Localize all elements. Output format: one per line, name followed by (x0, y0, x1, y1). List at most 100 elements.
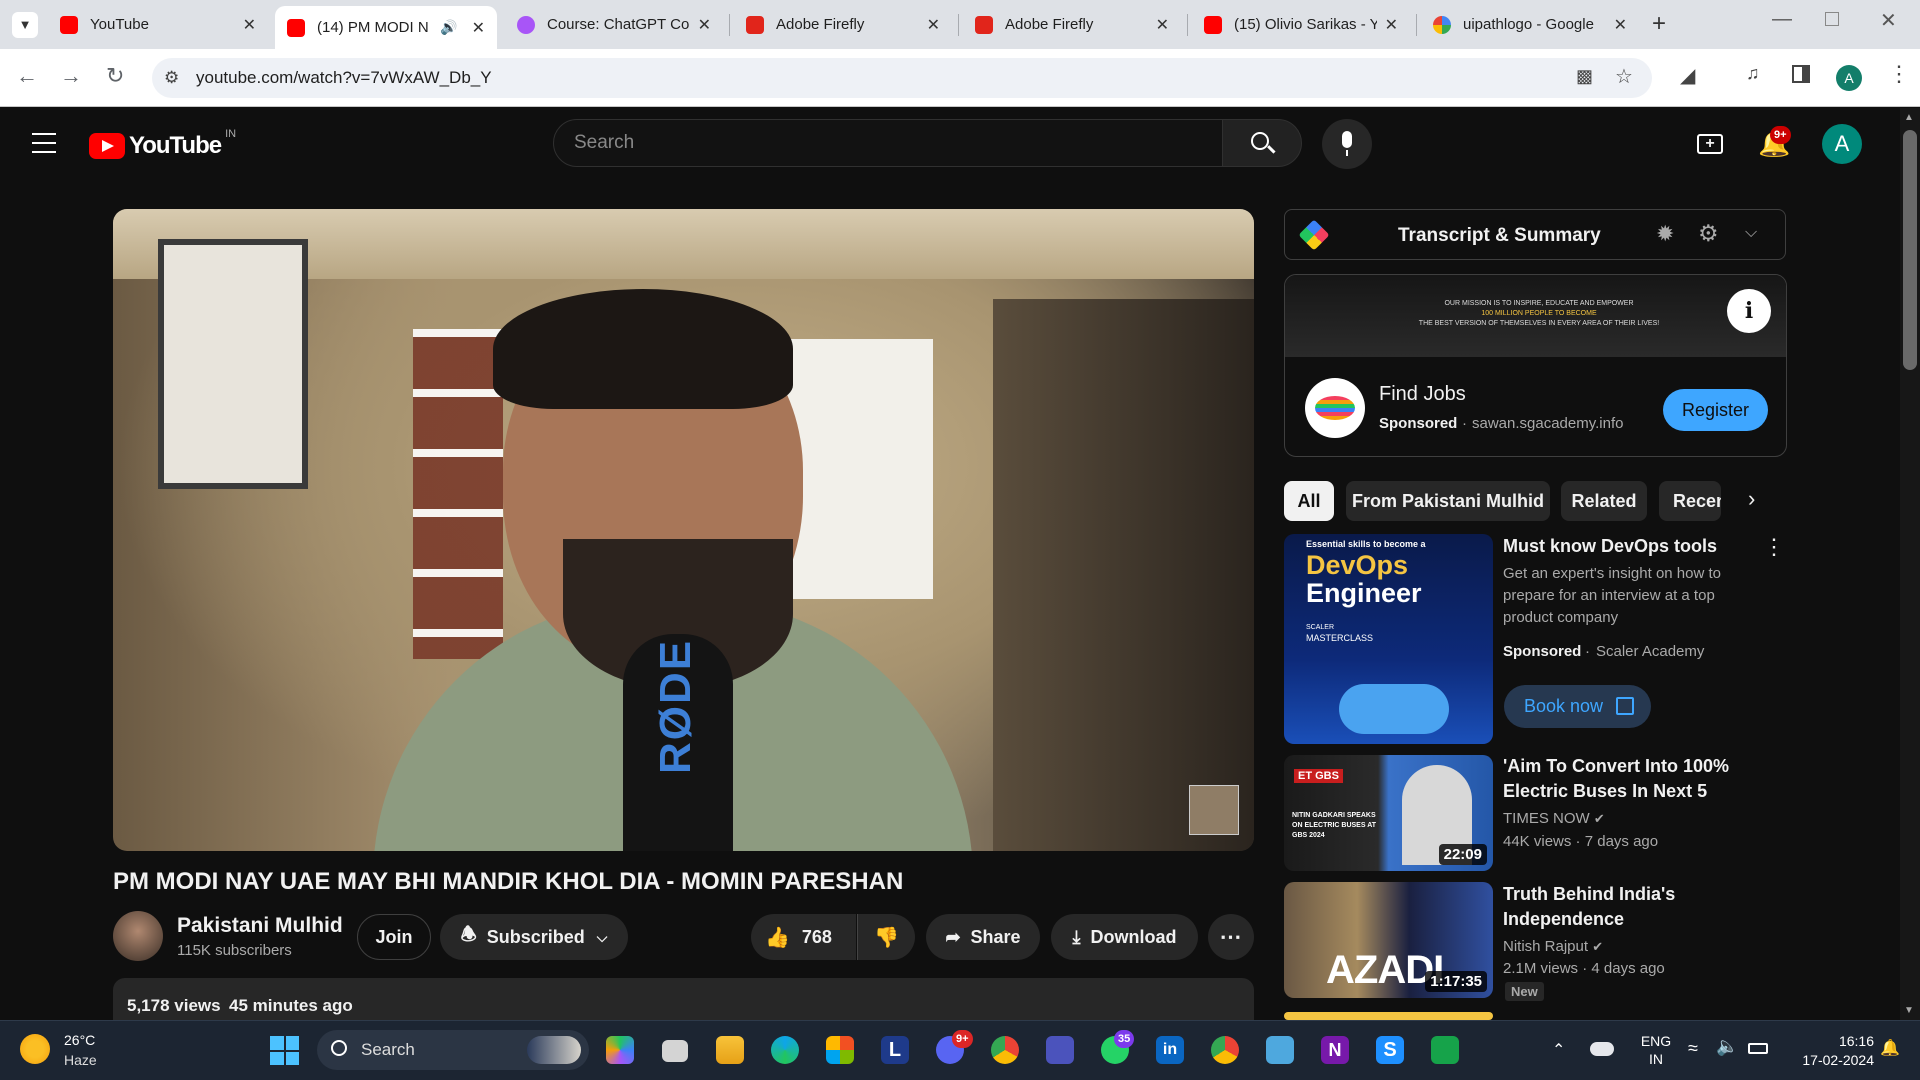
dislike-button[interactable]: 👎 (857, 914, 915, 960)
like-button[interactable]: 👍 768 (751, 914, 856, 960)
recommended-title[interactable]: Truth Behind India's Independence (1503, 882, 1733, 932)
hamburger-menu-icon[interactable] (32, 133, 56, 153)
chevron-down-icon[interactable]: ⌵ (1745, 224, 1757, 242)
start-button[interactable] (270, 1036, 299, 1065)
forward-icon[interactable]: → (60, 63, 82, 89)
onedrive-cloud-icon[interactable] (1590, 1042, 1614, 1056)
subscribed-button[interactable]: 🕭 Subscribed ⌵ (440, 914, 628, 960)
media-player-icon[interactable] (1431, 1036, 1459, 1064)
recommended-channel[interactable]: Nitish Rajput ✔ (1503, 936, 1603, 958)
channel-name[interactable]: Pakistani Mulhid (177, 914, 343, 938)
youtube-logo[interactable]: YouTube IN (89, 128, 236, 160)
recommended-title[interactable]: Must know DevOps tools (1503, 534, 1773, 559)
browser-tab-3[interactable]: Course: ChatGPT Cor ✕ (505, 6, 723, 43)
close-window-icon[interactable]: ✕ (1880, 8, 1897, 33)
linkedin-icon[interactable]: in (1156, 1036, 1184, 1064)
scrollbar-thumb[interactable] (1903, 130, 1917, 370)
notification-bell-icon[interactable]: 🔔 (1880, 1038, 1900, 1058)
browser-tab-2[interactable]: (14) PM MODI N 🔊 ✕ (275, 6, 497, 49)
close-tab-icon[interactable]: ✕ (1385, 15, 1398, 35)
onenote-icon[interactable]: N (1321, 1036, 1349, 1064)
recommended-title[interactable]: 'Aim To Convert Into 100% Electric Buses… (1503, 754, 1773, 804)
media-controls-icon[interactable]: ♫ (1746, 63, 1760, 84)
browser-tab-4[interactable]: Adobe Firefly ✕ (734, 6, 952, 43)
copilot-icon[interactable] (606, 1036, 634, 1064)
search-button[interactable] (1222, 119, 1302, 167)
page-scrollbar[interactable]: ▲ ▼ (1900, 108, 1920, 1020)
channel-avatar[interactable] (113, 911, 163, 961)
site-settings-icon[interactable]: ⚙ (164, 68, 179, 88)
reload-icon[interactable]: ↻ (106, 63, 124, 89)
install-app-icon[interactable]: ▩ (1576, 66, 1593, 87)
volume-icon[interactable]: 🔈 (1716, 1036, 1738, 1057)
chip-all[interactable]: All (1284, 481, 1334, 521)
browser-tab-1[interactable]: YouTube ✕ (48, 6, 268, 43)
clock[interactable]: 16:16 17-02-2024 (1784, 1032, 1874, 1070)
close-tab-icon[interactable]: ✕ (927, 15, 940, 35)
settings-gear-icon[interactable]: ⚙ (1698, 220, 1719, 247)
share-button[interactable]: ➦ Share (926, 914, 1040, 960)
edge-icon[interactable] (771, 1036, 799, 1064)
close-tab-icon[interactable]: ✕ (1156, 15, 1169, 35)
video-thumbnail[interactable] (1284, 1012, 1493, 1020)
browser-tab-7[interactable]: uipathlogo - Google ✕ (1421, 6, 1639, 43)
voice-search-button[interactable] (1322, 119, 1372, 169)
language-indicator[interactable]: ENG IN (1636, 1032, 1676, 1068)
chip-from-channel[interactable]: From Pakistani Mulhid (1346, 481, 1550, 521)
browser-tab-5[interactable]: Adobe Firefly ✕ (963, 6, 1181, 43)
sponsored-ad-card[interactable]: OUR MISSION IS TO INSPIRE, EDUCATE AND E… (1284, 274, 1787, 457)
speaker-icon[interactable]: 🔊 (440, 19, 457, 36)
weather-widget[interactable]: 26°C Haze (20, 1030, 130, 1074)
chip-related[interactable]: Related (1561, 481, 1647, 521)
restore-window-icon[interactable] (1825, 12, 1839, 26)
taskbar-search[interactable]: Search (317, 1030, 589, 1070)
chrome-profile-icon[interactable] (1211, 1036, 1239, 1064)
more-vert-icon[interactable]: ⋮ (1763, 534, 1785, 560)
chrome-icon[interactable] (991, 1036, 1019, 1064)
channel-watermark[interactable] (1189, 785, 1239, 835)
search-input[interactable]: Search (553, 119, 1223, 167)
tab-search-dropdown-icon[interactable]: ▼ (12, 12, 38, 38)
teams-icon[interactable] (1046, 1036, 1074, 1064)
address-bar[interactable]: ⚙ youtube.com/watch?v=7vWxAW_Db_Y ▩ ☆ (152, 58, 1652, 98)
show-hidden-icons-icon[interactable]: ⌃ (1552, 1040, 1565, 1060)
extensions-icon[interactable]: ◢ (1680, 63, 1695, 88)
notepad-icon[interactable] (1266, 1036, 1294, 1064)
recommended-channel[interactable]: TIMES NOW ✔ (1503, 808, 1605, 830)
account-avatar[interactable]: A (1822, 124, 1862, 164)
join-button[interactable]: Join (357, 914, 431, 960)
close-tab-icon[interactable]: ✕ (1614, 15, 1627, 35)
create-video-icon[interactable]: + (1697, 134, 1723, 154)
l-app-icon[interactable]: L (881, 1036, 909, 1064)
chips-next-chevron-icon[interactable]: › (1748, 486, 1755, 512)
transcript-summary-extension[interactable]: Transcript & Summary ✹ ⚙ ⌵ (1284, 209, 1786, 260)
close-tab-icon[interactable]: ✕ (243, 15, 256, 35)
register-button[interactable]: Register (1663, 389, 1768, 431)
scroll-up-arrow-icon[interactable]: ▲ (1904, 112, 1914, 123)
video-thumbnail[interactable]: Essential skills to become a DevOps Engi… (1284, 534, 1493, 744)
new-tab-button[interactable]: + (1652, 10, 1666, 38)
chip-recent[interactable]: Recen (1659, 481, 1721, 521)
video-thumbnail[interactable]: ET GBS NITIN GADKARI SPEAKS ON ELECTRIC … (1284, 755, 1493, 871)
side-panel-icon[interactable] (1792, 65, 1810, 83)
browser-tab-6[interactable]: (15) Olivio Sarikas - Y ✕ (1192, 6, 1410, 43)
ad-info-icon[interactable]: i (1727, 289, 1771, 333)
download-button[interactable]: ⤓ Download (1051, 914, 1198, 960)
wifi-icon[interactable]: ≈ (1688, 1038, 1698, 1059)
file-explorer-icon[interactable] (716, 1036, 744, 1064)
minimize-window-icon[interactable]: — (1772, 8, 1792, 31)
battery-icon[interactable] (1748, 1043, 1768, 1054)
book-now-button[interactable]: Book now (1504, 685, 1651, 728)
video-thumbnail[interactable]: AZADI 1:17:35 (1284, 882, 1493, 998)
bookmark-star-icon[interactable]: ☆ (1615, 64, 1633, 89)
video-player[interactable]: RØDE (113, 209, 1254, 851)
microsoft-store-icon[interactable] (826, 1036, 854, 1064)
close-tab-icon[interactable]: ✕ (698, 15, 711, 35)
profile-avatar[interactable]: A (1836, 65, 1862, 91)
task-view-icon[interactable] (662, 1040, 688, 1062)
back-icon[interactable]: ← (16, 63, 38, 89)
browser-menu-icon[interactable]: ⋮ (1888, 61, 1910, 87)
more-actions-button[interactable]: ⋯ (1208, 914, 1254, 960)
scroll-down-arrow-icon[interactable]: ▼ (1904, 1005, 1914, 1016)
close-tab-icon[interactable]: ✕ (472, 18, 485, 38)
